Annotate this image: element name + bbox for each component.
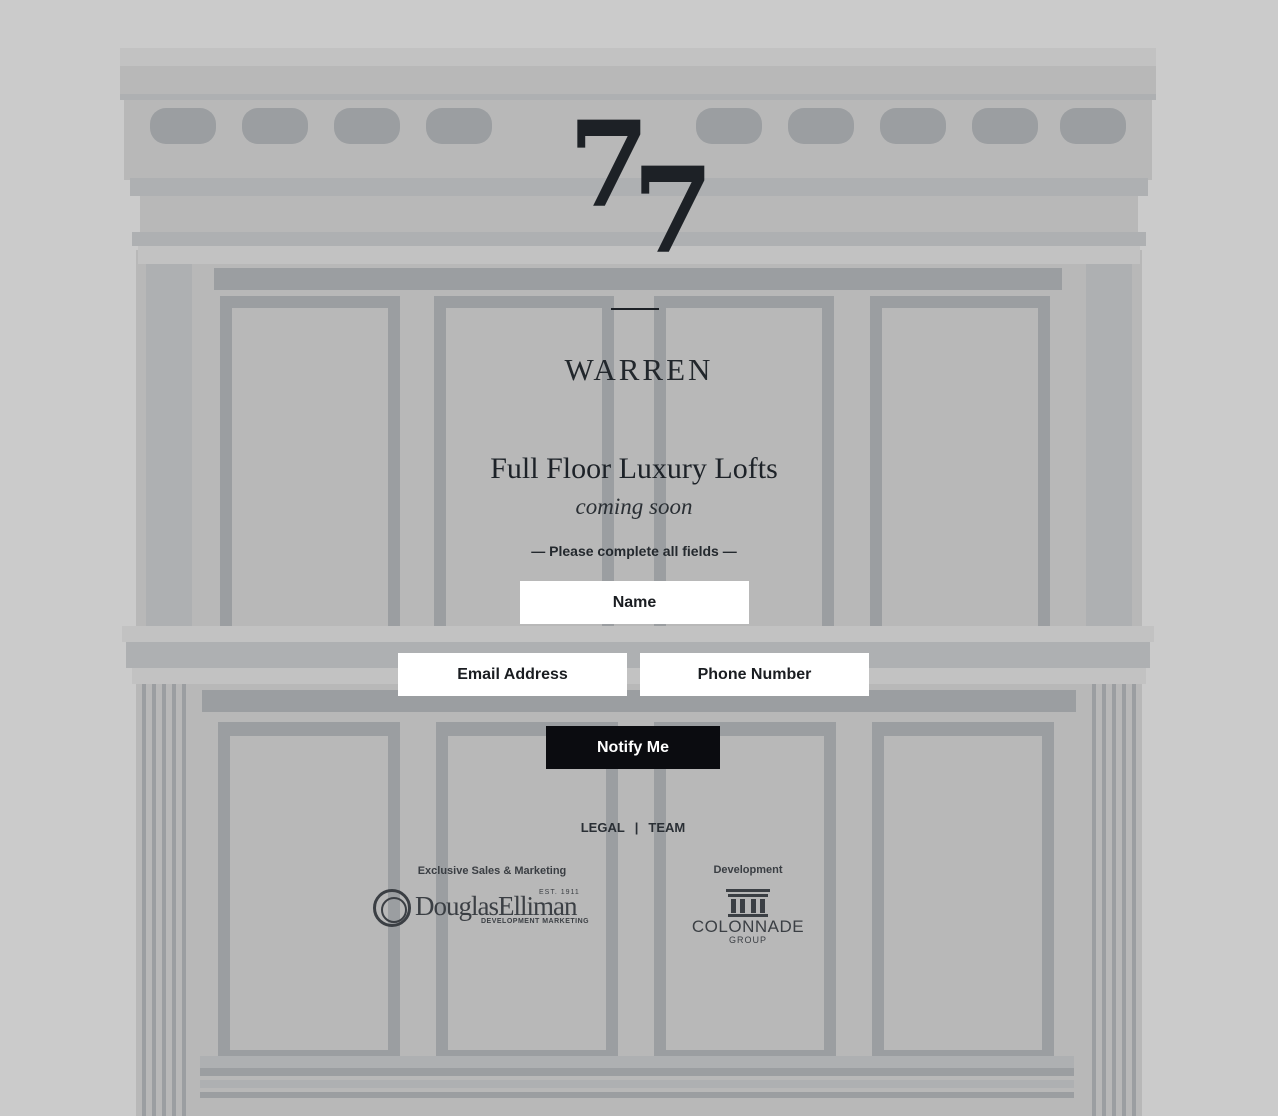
sales-marketing-label: Exclusive Sales & Marketing	[417, 865, 567, 877]
page-headline: Full Floor Luxury Lofts	[490, 452, 778, 485]
douglas-elliman-est: EST. 1911	[539, 889, 580, 896]
phone-input[interactable]	[640, 653, 869, 696]
team-link[interactable]: TEAM	[648, 820, 685, 835]
douglas-elliman-logo: DouglasElliman EST. 1911 DEVELOPMENT MAR…	[373, 889, 593, 929]
logo-divider	[611, 308, 659, 310]
footer-separator: |	[634, 820, 639, 835]
douglas-elliman-sub: DEVELOPMENT MARKETING	[481, 918, 590, 925]
email-input[interactable]	[398, 653, 627, 696]
development-label: Development	[713, 864, 783, 876]
77-logo: 7 7	[560, 106, 714, 272]
colonnade-group-logo: COLONNADE GROUP	[690, 889, 806, 949]
landing-content: 7 7 WARREN Full Floor Luxury Lofts comin…	[0, 0, 1278, 1116]
form-instruction: — Please complete all fields —	[531, 543, 737, 559]
warren-wordmark: WARREN	[564, 352, 714, 387]
colonnade-group-sub: GROUP	[728, 935, 767, 945]
footer-links: LEGAL | TEAM	[0, 820, 1266, 835]
legal-link[interactable]: LEGAL	[581, 820, 625, 835]
colonnade-name: COLONNADE	[691, 917, 805, 936]
douglas-elliman-emblem-icon	[373, 889, 411, 927]
colonnade-columns-icon	[726, 889, 770, 917]
name-input[interactable]	[520, 581, 749, 624]
coming-soon-subhead: coming soon	[575, 494, 693, 519]
notify-me-button[interactable]: Notify Me	[546, 726, 720, 769]
logo-digit-two: 7	[632, 141, 715, 280]
